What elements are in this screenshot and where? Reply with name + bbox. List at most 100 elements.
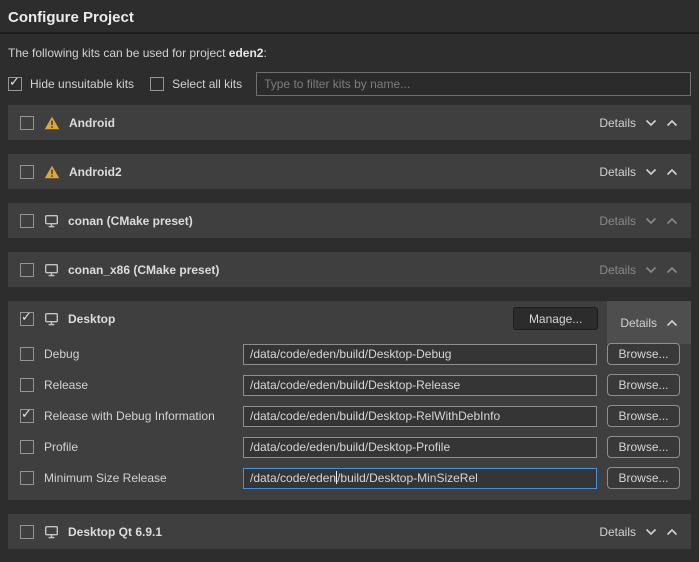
chevron-down-icon [645,119,657,127]
details-label: Details [599,525,636,539]
warning-icon [44,116,60,130]
config-label-group: ✓ Profile [20,440,243,454]
config-label: Release [44,378,88,392]
details-label: Details [620,316,657,330]
kit-row-conan-x86: ✓ conan_x86 (CMake preset) Details [8,252,691,287]
browse-button[interactable]: Browse... [607,467,680,489]
config-label: Profile [44,440,78,454]
build-config-row-minsizerel: ✓ Minimum Size Release /data/code/eden/b… [20,467,680,489]
build-config-row-relwithdebinfo: ✓ Release with Debug Information /data/c… [20,405,680,427]
kit-header: ✓ Desktop Qt 6.9.1 Details [8,514,691,549]
details-label: Details [599,214,636,228]
build-dir-input[interactable]: /data/code/eden/build/Desktop-Debug [243,344,597,365]
intro-suffix: : [263,46,266,60]
chevron-up-icon [666,528,678,536]
kit-checkbox[interactable]: ✓ [20,116,34,130]
checkmark-icon: ✓ [21,310,32,324]
warning-icon [44,165,60,179]
chevron-up-icon [666,119,678,127]
build-dir-input[interactable]: /data/code/eden/build/Desktop-RelWithDeb… [243,406,597,427]
build-dir-input[interactable]: /data/code/eden/build/Desktop-Profile [243,437,597,458]
checkbox-label: Hide unsuitable kits [30,77,134,91]
kit-row-android: ✓ Android Details [8,105,691,140]
desktop-icon [44,263,59,277]
checkbox-box[interactable]: ✓ [150,77,164,91]
kit-name: Android2 [69,165,122,179]
intro-text: The following kits can be used for proje… [8,46,691,60]
browse-button[interactable]: Browse... [607,374,680,396]
config-checkbox[interactable]: ✓ [20,471,34,485]
kit-row-android2: ✓ Android2 Details [8,154,691,189]
kit-header: ✓ Desktop Manage... Details [8,301,691,336]
chevron-up-icon [666,217,678,225]
build-dir-input[interactable]: /data/code/eden/build/Desktop-Release [243,375,597,396]
kit-header: ✓ conan (CMake preset) Details [8,203,691,238]
chevron-up-icon [666,319,678,327]
details-toggle[interactable]: Details [586,105,691,140]
desktop-icon [44,525,59,539]
path-text-before-caret: /data/code/eden [250,471,336,485]
chevron-down-icon [645,168,657,176]
config-checkbox[interactable]: ✓ [20,409,34,423]
kit-checkbox[interactable]: ✓ [20,525,34,539]
kit-name: conan (CMake preset) [68,214,193,228]
kit-row-desktop-qt: ✓ Desktop Qt 6.9.1 Details [8,514,691,549]
filter-bar: ✓ Hide unsuitable kits ✓ Select all kits [8,72,691,96]
kit-details-panel: ✓ Debug /data/code/eden/build/Desktop-De… [8,336,691,500]
details-toggle[interactable]: Details [586,252,691,287]
browse-button[interactable]: Browse... [607,343,680,365]
desktop-icon [44,214,59,228]
kit-list: ✓ Android Details ✓ Android2 Details [8,105,691,549]
kit-checkbox[interactable]: ✓ [20,312,34,326]
kit-name: conan_x86 (CMake preset) [68,263,219,277]
chevron-down-icon [645,528,657,536]
details-toggle[interactable]: Details [607,301,691,344]
chevron-down-icon [645,266,657,274]
details-toggle[interactable]: Details [586,154,691,189]
build-config-row-debug: ✓ Debug /data/code/eden/build/Desktop-De… [20,343,680,365]
kit-checkbox[interactable]: ✓ [20,165,34,179]
checkmark-icon: ✓ [21,407,32,421]
config-label-group: ✓ Release with Debug Information [20,409,243,423]
details-label: Details [599,165,636,179]
checkmark-icon: ✓ [9,75,20,89]
page-title: Configure Project [0,0,699,34]
build-dir-input-focused[interactable]: /data/code/eden/build/Desktop-MinSizeRel [243,468,597,489]
details-label: Details [599,116,636,130]
manage-kits-button[interactable]: Manage... [513,307,598,330]
kit-header: ✓ conan_x86 (CMake preset) Details [8,252,691,287]
kit-filter-input[interactable] [256,72,691,96]
config-label-group: ✓ Release [20,378,243,392]
chevron-up-icon [666,266,678,274]
details-toggle[interactable]: Details [586,514,691,549]
build-config-row-profile: ✓ Profile /data/code/eden/build/Desktop-… [20,436,680,458]
kit-name: Desktop Qt 6.9.1 [68,525,162,539]
intro-prefix: The following kits can be used for proje… [8,46,229,60]
config-label: Minimum Size Release [44,471,167,485]
kit-checkbox[interactable]: ✓ [20,263,34,277]
desktop-icon [44,312,59,326]
kit-checkbox[interactable]: ✓ [20,214,34,228]
kit-header: ✓ Android Details [8,105,691,140]
details-toggle[interactable]: Details [586,203,691,238]
build-config-row-release: ✓ Release /data/code/eden/build/Desktop-… [20,374,680,396]
kit-header: ✓ Android2 Details [8,154,691,189]
details-label: Details [599,263,636,277]
config-label-group: ✓ Debug [20,347,243,361]
hide-unsuitable-kits-checkbox[interactable]: ✓ Hide unsuitable kits [8,77,134,91]
config-checkbox[interactable]: ✓ [20,347,34,361]
chevron-down-icon [645,217,657,225]
config-label: Release with Debug Information [44,409,215,423]
checkbox-box[interactable]: ✓ [8,77,22,91]
config-checkbox[interactable]: ✓ [20,440,34,454]
kit-name: Desktop [68,312,115,326]
kit-row-desktop: ✓ Desktop Manage... Details ✓ Debug /dat… [8,301,691,500]
config-checkbox[interactable]: ✓ [20,378,34,392]
checkbox-label: Select all kits [172,77,242,91]
project-name: eden2 [229,46,264,60]
browse-button[interactable]: Browse... [607,436,680,458]
browse-button[interactable]: Browse... [607,405,680,427]
config-label-group: ✓ Minimum Size Release [20,471,243,485]
kit-name: Android [69,116,115,130]
select-all-kits-checkbox[interactable]: ✓ Select all kits [150,77,242,91]
